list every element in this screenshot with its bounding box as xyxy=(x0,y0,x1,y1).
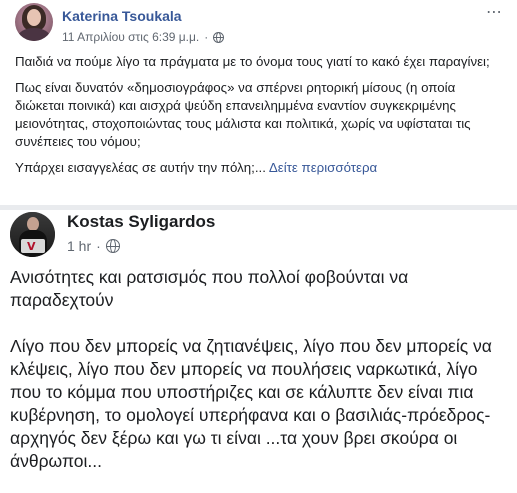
post-paragraph: Υπάρχει εισαγγελέας σε αυτήν την πόλη;..… xyxy=(15,159,495,177)
more-options-icon[interactable]: ⋯ xyxy=(486,5,503,21)
avatar-logo: V xyxy=(27,240,36,253)
globe-icon[interactable] xyxy=(213,31,225,43)
post-timestamp[interactable]: 1 hr xyxy=(67,238,91,254)
post-meta: 11 Απριλίου στις 6:39 μ.μ. · xyxy=(62,30,225,44)
post-card-katerina: Katerina Tsoukala 11 Απριλίου στις 6:39 … xyxy=(0,0,517,205)
post-text: Παιδιά να πούμε λίγο τα πράγματα με το ό… xyxy=(15,53,495,185)
avatar[interactable]: V xyxy=(10,212,55,257)
meta-separator: · xyxy=(204,30,209,44)
globe-icon[interactable] xyxy=(105,239,120,253)
post-card-kostas: V Kostas Syligardos 1 hr · Ανισότητες κα… xyxy=(0,210,517,493)
avatar[interactable] xyxy=(15,3,53,41)
meta-separator: · xyxy=(96,238,101,254)
post-meta: 1 hr · xyxy=(67,238,120,254)
author-name[interactable]: Katerina Tsoukala xyxy=(62,8,182,24)
post-paragraph: Λίγο που δεν μπορείς να ζητιανέψεις, λίγ… xyxy=(10,336,492,471)
author-name[interactable]: Kostas Syligardos xyxy=(67,212,215,232)
post-timestamp[interactable]: 11 Απριλίου στις 6:39 μ.μ. xyxy=(62,30,199,44)
post-text: Ανισότητες και ρατσισμός που πολλοί φοβο… xyxy=(10,266,510,473)
post-paragraph-text: Υπάρχει εισαγγελέας σε αυτήν την πόλη;..… xyxy=(15,160,266,175)
post-paragraph: Πως είναι δυνατόν «δημοσιογράφος» να σπέ… xyxy=(15,80,471,149)
post-headline: Ανισότητες και ρατσισμός που πολλοί φοβο… xyxy=(10,267,409,310)
see-more-link[interactable]: Δείτε περισσότερα xyxy=(269,160,377,175)
post-paragraph: Παιδιά να πούμε λίγο τα πράγματα με το ό… xyxy=(15,54,490,69)
